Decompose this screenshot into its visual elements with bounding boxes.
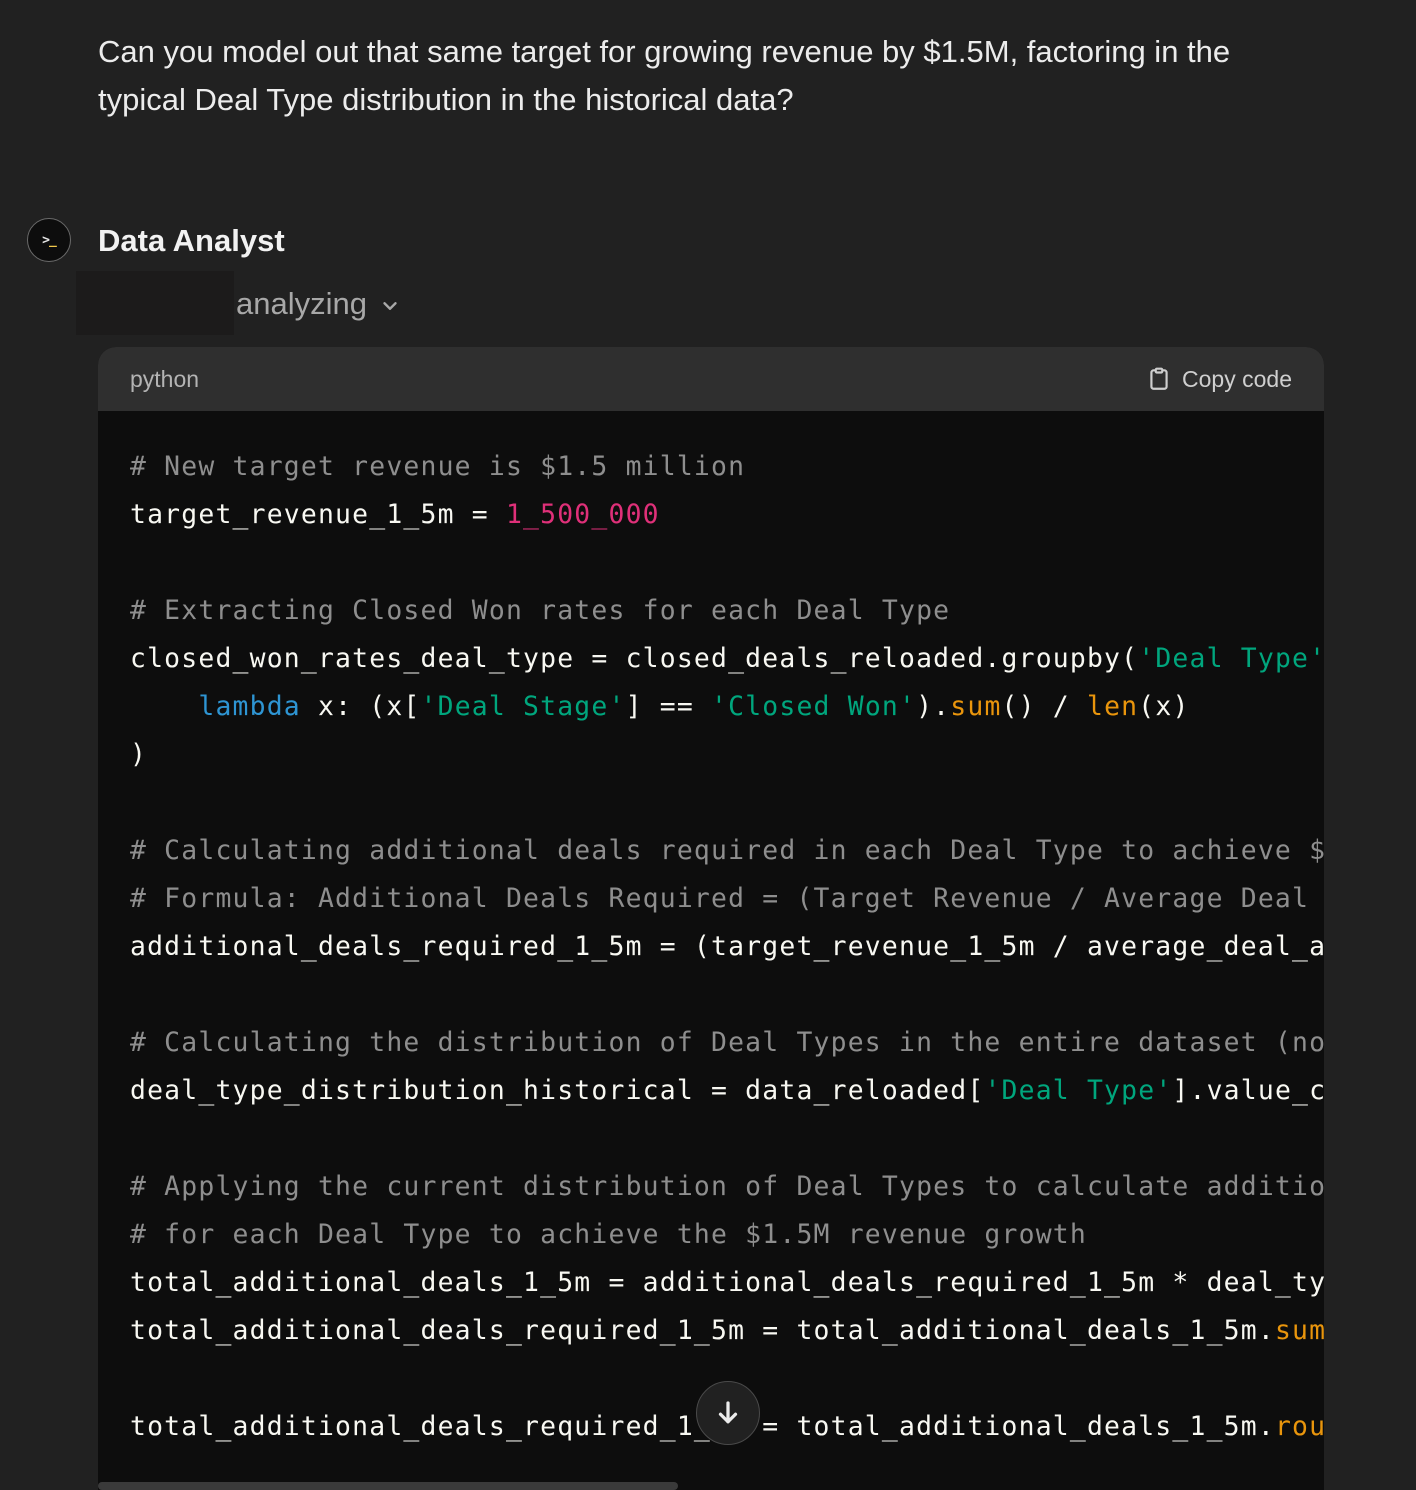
assistant-name: Data Analyst [98, 223, 285, 258]
analysis-status-toggle[interactable]: analyzing [236, 282, 401, 326]
code-token-comment: # New target revenue is $1.5 million [130, 451, 746, 482]
code-token-builtin: len [1087, 691, 1139, 722]
scroll-to-bottom-button[interactable] [696, 1381, 760, 1445]
code-token-comment: # Formula: Additional Deals Required = (… [130, 883, 1324, 914]
code-line: # Extracting Closed Won rates for each D… [130, 587, 1324, 635]
chevron-down-icon [383, 302, 397, 310]
avatar-prompt-glyph: > [42, 232, 50, 248]
code-line: total_additional_deals_required_1_5m = t… [130, 1307, 1324, 1355]
code-token-plain: total_additional_deals_1_5m = additional… [130, 1267, 1324, 1298]
avatar-cursor-glyph: _ [49, 232, 57, 248]
code-token-plain: total_additional_deals_required_1_5m = t… [130, 1315, 1275, 1346]
code-header: python Copy code [98, 347, 1324, 411]
code-token-builtin: sum [950, 691, 1002, 722]
code-line: # Applying the current distribution of D… [130, 1163, 1324, 1211]
code-token-plain: ). [916, 691, 951, 722]
clipboard-icon [1150, 367, 1168, 390]
code-line: # for each Deal Type to achieve the $1.5… [130, 1211, 1324, 1259]
code-line: lambda x: (x['Deal Stage'] == 'Closed Wo… [130, 683, 1324, 731]
code-block: python Copy code # New target revenue is… [98, 347, 1324, 1490]
copy-code-label: Copy code [1182, 365, 1292, 392]
code-content: # New target revenue is $1.5 million targ… [98, 411, 1324, 1451]
chat-page: Can you model out that same target for g… [0, 0, 1416, 1490]
code-line: # New target revenue is $1.5 million [130, 443, 1324, 491]
code-line: ) [130, 731, 1324, 779]
copy-code-button[interactable]: Copy code [1146, 366, 1292, 393]
code-token-plain: target_revenue_1_5m = [130, 499, 506, 530]
code-token-plain: (x) [1138, 691, 1190, 722]
code-line: target_revenue_1_5m = 1_500_000 [130, 491, 1324, 539]
code-token-plain: ].value_co [1172, 1075, 1324, 1106]
code-token-plain: closed_won_rates_deal_type = closed_deal… [130, 643, 1139, 674]
code-token-plain: additional_deals_required_1_5m = (target… [130, 931, 1324, 962]
code-token-string: 'Closed Won' [711, 691, 917, 722]
code-token-string: 'Deal Stage' [420, 691, 626, 722]
code-language-label: python [130, 365, 200, 392]
code-token-comment: # Calculating the distribution of Deal T… [130, 1027, 1324, 1058]
arrow-down-icon [718, 1401, 738, 1424]
code-token-plain: deal_type_distribution_historical = data… [130, 1075, 985, 1106]
code-token-string: 'Deal Type' [984, 1075, 1173, 1106]
analysis-status-label: analyzing [236, 286, 367, 321]
code-line: additional_deals_required_1_5m = (target… [130, 923, 1324, 971]
code-line: # Calculating the distribution of Deal T… [130, 1019, 1324, 1067]
code-line: total_additional_deals_1_5m = additional… [130, 1259, 1324, 1307]
user-message: Can you model out that same target for g… [98, 34, 1231, 117]
code-horizontal-scrollbar[interactable] [98, 1482, 678, 1490]
code-token-string: 'Deal Type' [1138, 643, 1324, 674]
code-token-number: 1_500_000 [505, 499, 660, 530]
code-token-comment: # Extracting Closed Won rates for each D… [130, 595, 951, 626]
code-line: # Calculating additional deals required … [130, 827, 1324, 875]
redacted-region [76, 271, 234, 335]
code-token-builtin: round [1274, 1411, 1324, 1442]
code-token-comment: # Applying the current distribution of D… [130, 1171, 1324, 1202]
code-token-keyword: lambda [198, 691, 301, 722]
code-line: # Formula: Additional Deals Required = (… [130, 875, 1324, 923]
code-line: deal_type_distribution_historical = data… [130, 1067, 1324, 1115]
code-line: closed_won_rates_deal_type = closed_deal… [130, 635, 1324, 683]
code-token-plain: ) [130, 739, 148, 770]
code-token-plain: () / [1001, 691, 1087, 722]
code-token-builtin: sum [1274, 1315, 1324, 1346]
code-token-plain: ] == [625, 691, 712, 722]
code-token-plain: x: (x[ [300, 691, 421, 722]
code-token-comment: # Calculating additional deals required … [130, 835, 1324, 866]
code-token-comment: # for each Deal Type to achieve the $1.5… [130, 1219, 1087, 1250]
terminal-icon: > _ [27, 218, 71, 262]
